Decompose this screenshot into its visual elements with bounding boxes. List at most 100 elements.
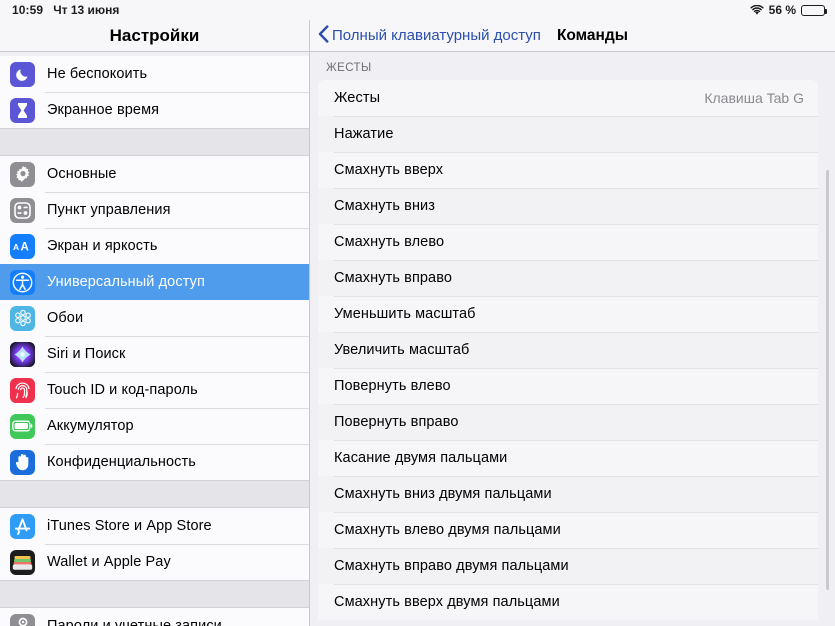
sidebar-item-не-беспокоить[interactable]: Не беспокоить <box>0 56 309 92</box>
key-icon <box>10 613 35 626</box>
sidebar-item-label: Экран и яркость <box>47 238 158 254</box>
svg-text:A: A <box>20 242 28 254</box>
command-label: Смахнуть вверх двумя пальцами <box>334 594 560 610</box>
sidebar-item-label: Не беспокоить <box>47 66 148 82</box>
command-label: Смахнуть вниз двумя пальцами <box>334 486 552 502</box>
ipad-settings-screen: 10:59 Чт 13 июня 56 % Настройки Не беспо… <box>0 0 835 626</box>
command-row[interactable]: Смахнуть вправо двумя пальцами <box>318 548 818 584</box>
sliders-icon <box>10 197 35 223</box>
command-label: Увеличить масштаб <box>334 342 470 358</box>
sidebar-item-label: Пункт управления <box>47 202 171 218</box>
sidebar-item-siri-и-поиск[interactable]: Siri и Поиск <box>0 336 309 372</box>
command-row[interactable]: Уменьшить масштаб <box>318 296 818 332</box>
status-bar-right: 56 % <box>750 3 835 17</box>
command-label: Нажатие <box>334 126 394 142</box>
wifi-icon <box>750 4 764 16</box>
command-label: Смахнуть влево <box>334 234 445 250</box>
command-row[interactable]: Смахнуть влево двумя пальцами <box>318 512 818 548</box>
battery-percent-label: 56 % <box>768 3 796 17</box>
sidebar-item-label: Siri и Поиск <box>47 346 126 362</box>
sidebar-item-label: Обои <box>47 310 84 326</box>
command-row[interactable]: Повернуть влево <box>318 368 818 404</box>
sidebar-item-itunes-store-и-app-store[interactable]: iTunes Store и App Store <box>0 508 309 544</box>
command-row[interactable]: Повернуть вправо <box>318 404 818 440</box>
command-row[interactable]: Жесты Клавиша Tab G <box>318 80 818 116</box>
command-label: Смахнуть влево двумя пальцами <box>334 522 561 538</box>
sidebar-group: Основные Пункт управления A A Экран и яркост… <box>0 156 309 480</box>
command-row[interactable]: Смахнуть вправо <box>318 260 818 296</box>
sidebar-group: Не беспокоить Экранное время <box>0 56 309 128</box>
status-time: 10:59 <box>12 3 44 17</box>
command-row[interactable]: Смахнуть вверх <box>318 152 818 188</box>
command-row[interactable]: Нажатие <box>318 116 818 152</box>
settings-sidebar: Настройки Не беспокоить Экранное время Осн… <box>0 20 310 626</box>
command-label: Жесты <box>334 90 381 106</box>
sidebar-item-экранное-время[interactable]: Экранное время <box>0 92 309 128</box>
sidebar-item-обои[interactable]: Обои <box>0 300 309 336</box>
command-label: Повернуть влево <box>334 378 451 394</box>
chevron-left-icon <box>318 24 329 47</box>
sidebar-group: Пароли и учетные записи <box>0 608 309 626</box>
command-label: Уменьшить масштаб <box>334 306 476 322</box>
detail-pane: Полный клавиатурный доступ Команды ЖЕСТЫ… <box>310 20 835 626</box>
hand-icon <box>10 449 35 475</box>
navigation-bar: Полный клавиатурный доступ Команды <box>310 20 835 52</box>
commands-list: Жесты Клавиша Tab G Нажатие Смахнуть вверх С… <box>318 80 818 620</box>
section-header-gestures: ЖЕСТЫ <box>326 62 372 74</box>
detail-title: Команды <box>556 26 628 44</box>
command-row[interactable]: Смахнуть вниз <box>318 188 818 224</box>
commands-list-scroll[interactable]: ЖЕСТЫ Жесты Клавиша Tab G Нажатие Смахнуть … <box>310 52 835 626</box>
sidebar-list: Не беспокоить Экранное время Основные Пункт… <box>0 52 309 626</box>
moon-icon <box>10 61 35 87</box>
battery-icon <box>10 413 35 439</box>
sidebar-item-label: Touch ID и код-пароль <box>47 382 198 398</box>
command-row[interactable]: Смахнуть вниз двумя пальцами <box>318 476 818 512</box>
sidebar-item-label: Основные <box>47 166 117 182</box>
aa-icon: AA <box>10 233 35 259</box>
command-label: Смахнуть вниз <box>334 198 435 214</box>
sidebar-item-label: Универсальный доступ <box>47 274 205 290</box>
sidebar-item-пункт-управления[interactable]: Пункт управления <box>0 192 309 228</box>
status-date: Чт 13 июня <box>53 3 120 17</box>
command-label: Повернуть вправо <box>334 414 459 430</box>
sidebar-group-separator <box>0 480 309 508</box>
sidebar-item-label: iTunes Store и App Store <box>47 518 212 534</box>
sidebar-item-label: Конфиденциальность <box>47 454 196 470</box>
status-bar-left: 10:59 Чт 13 июня <box>0 3 119 17</box>
fingerprint-icon <box>10 377 35 403</box>
page-title: Настройки <box>109 25 200 45</box>
command-label: Смахнуть вправо <box>334 270 453 286</box>
appstore-icon <box>10 513 35 539</box>
command-value: Клавиша Tab G <box>704 90 804 106</box>
sidebar-item-аккумулятор[interactable]: Аккумулятор <box>0 408 309 444</box>
sidebar-item-пароли-и-учетные-записи[interactable]: Пароли и учетные записи <box>0 608 309 626</box>
sidebar-item-label: Wallet и Apple Pay <box>47 554 171 570</box>
command-row[interactable]: Смахнуть вверх двумя пальцами <box>318 584 818 620</box>
sidebar-group-separator <box>0 128 309 156</box>
status-bar: 10:59 Чт 13 июня 56 % <box>0 0 835 20</box>
flower-icon <box>10 305 35 331</box>
sidebar-header: Настройки <box>0 20 309 52</box>
wallet-icon <box>10 549 35 575</box>
sidebar-item-конфиденциальность[interactable]: Конфиденциальность <box>0 444 309 480</box>
back-button-label: Полный клавиатурный доступ <box>332 27 541 44</box>
command-label: Касание двумя пальцами <box>334 450 508 466</box>
sidebar-item-label: Аккумулятор <box>47 418 134 434</box>
sidebar-item-touch-id-и-код-пароль[interactable]: Touch ID и код-пароль <box>0 372 309 408</box>
command-row[interactable]: Увеличить масштаб <box>318 332 818 368</box>
gear-icon <box>10 161 35 187</box>
command-row[interactable]: Касание двумя пальцами <box>318 440 818 476</box>
vertical-scrollbar[interactable] <box>826 170 829 590</box>
battery-icon <box>801 4 828 16</box>
command-label: Смахнуть вправо двумя пальцами <box>334 558 569 574</box>
sidebar-item-wallet-и-apple-pay[interactable]: Wallet и Apple Pay <box>0 544 309 580</box>
hourglass-icon <box>10 97 35 123</box>
sidebar-item-экран-и-яркость[interactable]: A A Экран и яркость <box>0 228 309 264</box>
sidebar-item-основные[interactable]: Основные <box>0 156 309 192</box>
sidebar-item-label: Экранное время <box>47 102 160 118</box>
accessibility-icon <box>10 269 35 295</box>
command-row[interactable]: Смахнуть влево <box>318 224 818 260</box>
sidebar-item-универсальный-доступ[interactable]: Универсальный доступ <box>0 264 309 300</box>
command-label: Смахнуть вверх <box>334 162 444 178</box>
back-button[interactable]: Полный клавиатурный доступ <box>318 24 541 47</box>
